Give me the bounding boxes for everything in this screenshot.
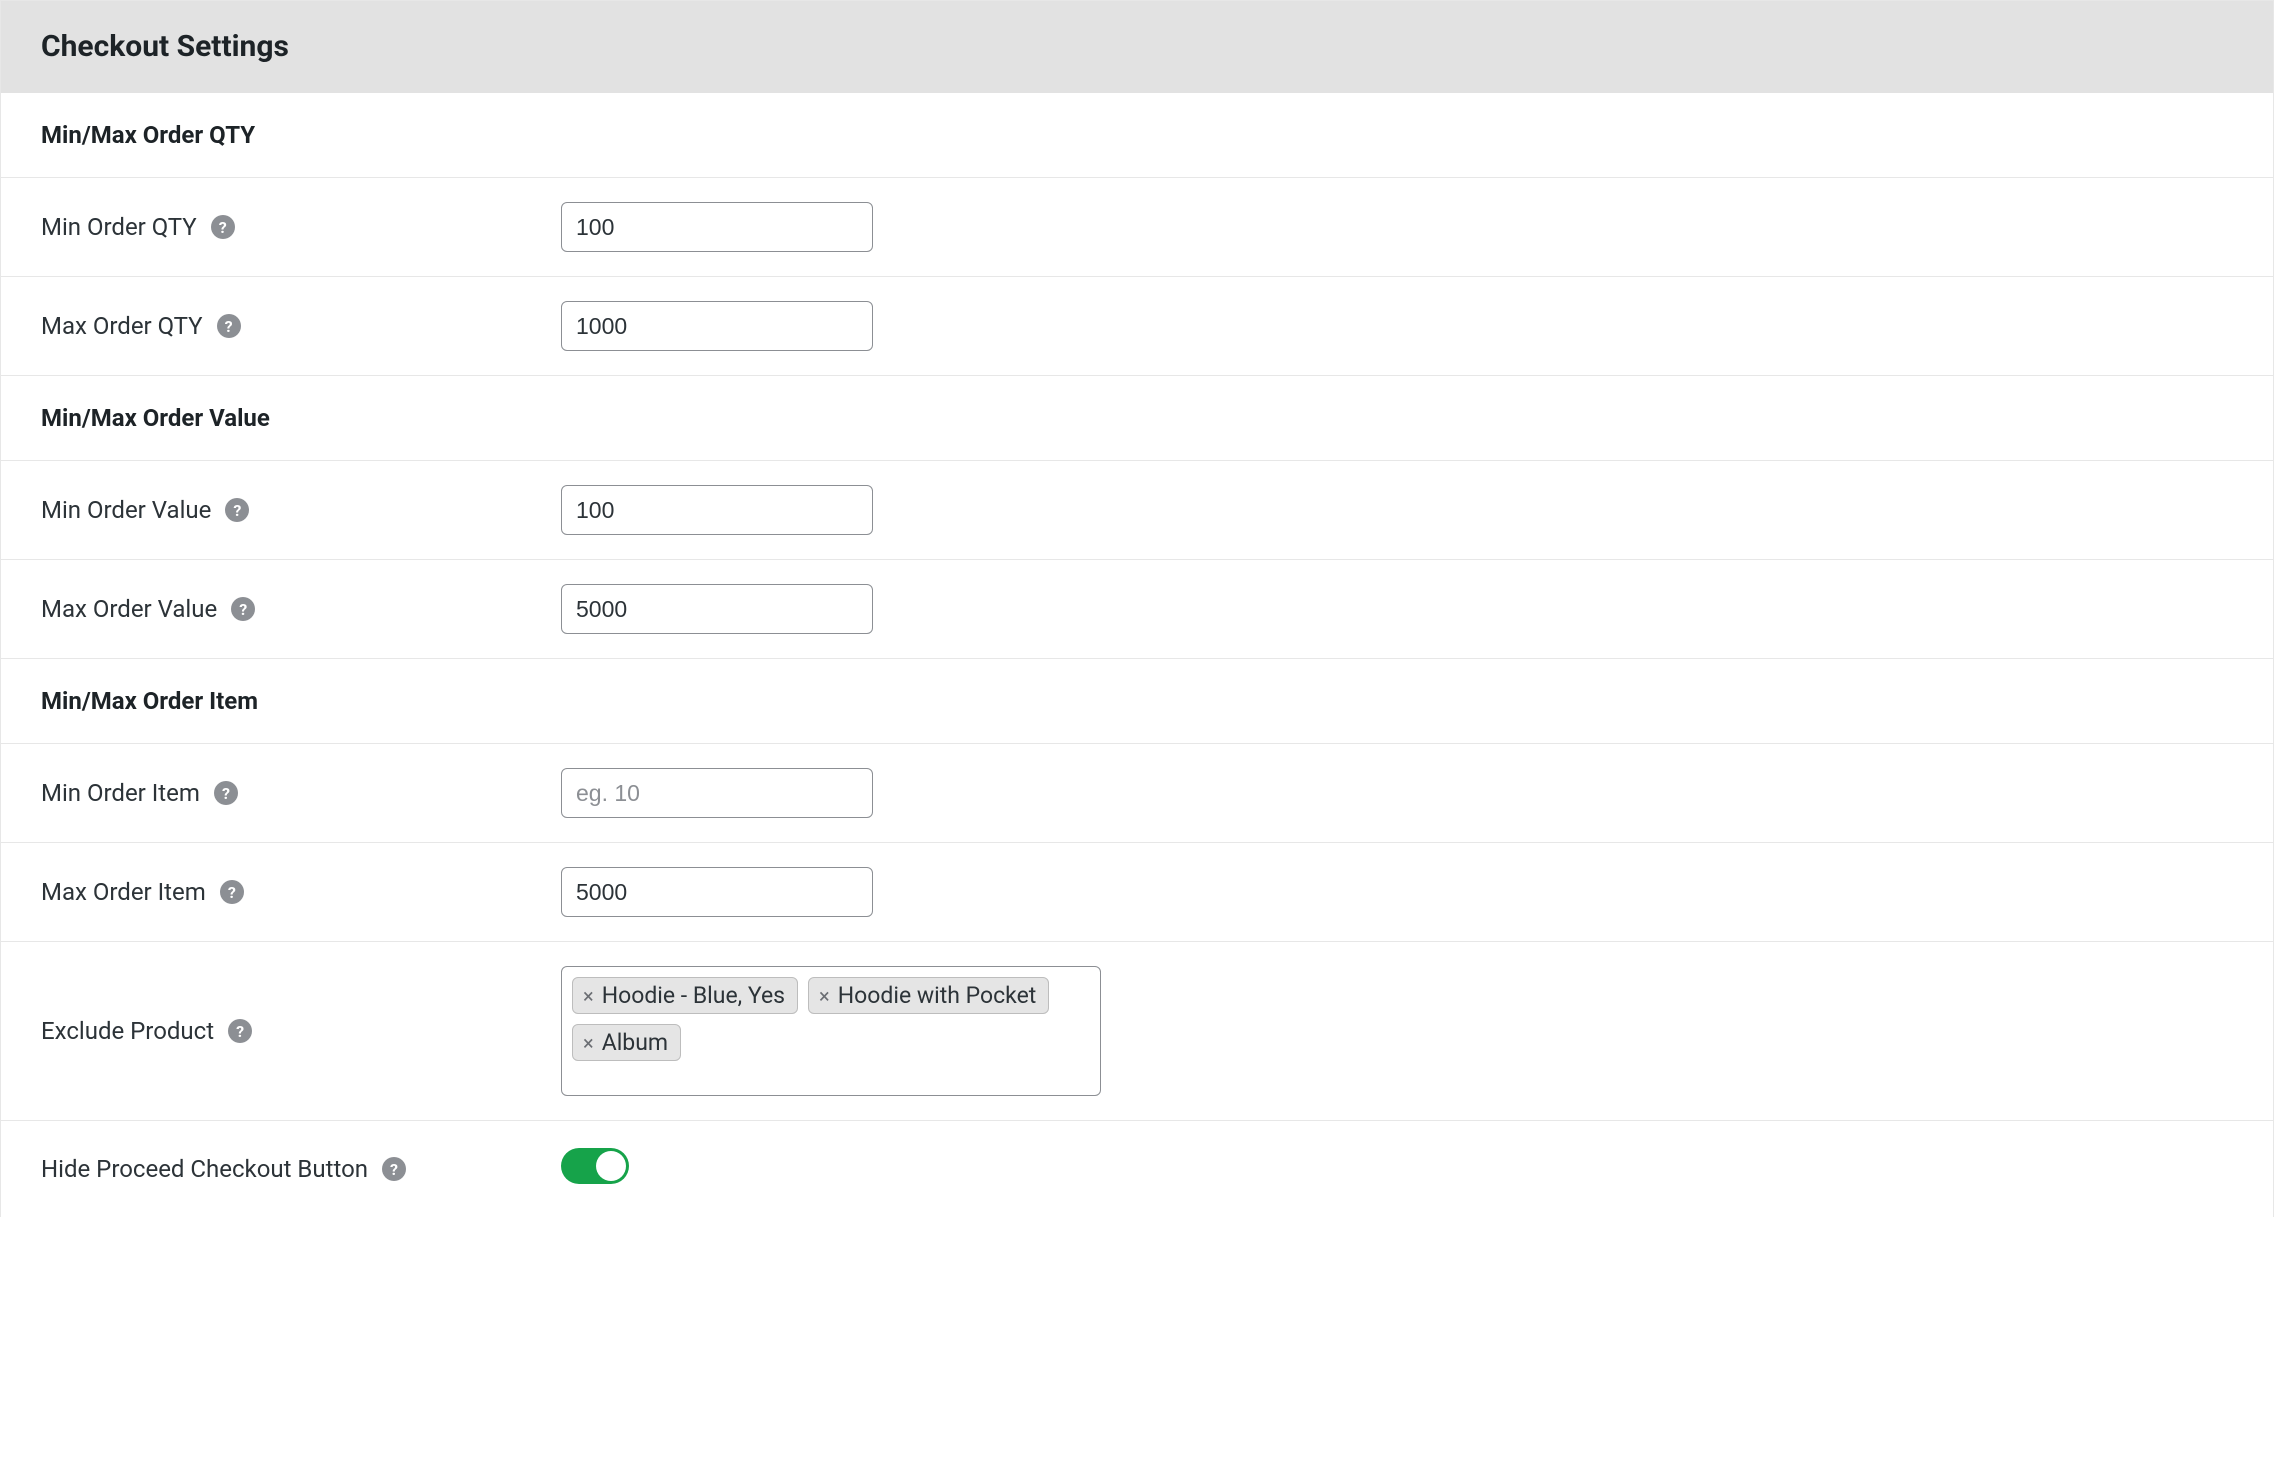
tag-label: Hoodie with Pocket	[838, 982, 1037, 1009]
max-order-item-input[interactable]	[561, 867, 873, 917]
row-hide-proceed: Hide Proceed Checkout Button ?	[1, 1121, 2273, 1217]
help-icon[interactable]: ?	[217, 314, 241, 338]
exclude-product-tag-input[interactable]: × Hoodie - Blue, Yes × Hoodie with Pocket × A…	[561, 966, 1101, 1096]
control-wrap	[561, 1148, 2233, 1190]
label-wrap: Min Order Value ?	[41, 496, 561, 524]
label-wrap: Min Order QTY ?	[41, 213, 561, 241]
control-wrap	[561, 768, 2233, 818]
control-wrap	[561, 584, 2233, 634]
max-order-item-label: Max Order Item	[41, 878, 206, 906]
row-max-order-value: Max Order Value ?	[1, 560, 2273, 659]
panel-title: Checkout Settings	[41, 29, 2233, 64]
checkout-settings-panel: Checkout Settings Min/Max Order QTY Min …	[0, 0, 2274, 1217]
toggle-knob	[596, 1151, 626, 1181]
row-exclude-product: Exclude Product ? × Hoodie - Blue, Yes × Ho…	[1, 942, 2273, 1121]
control-wrap	[561, 301, 2233, 351]
label-wrap: Hide Proceed Checkout Button ?	[41, 1155, 561, 1183]
help-icon[interactable]: ?	[228, 1019, 252, 1043]
control-wrap	[561, 202, 2233, 252]
row-min-order-value: Min Order Value ?	[1, 461, 2273, 560]
help-icon[interactable]: ?	[225, 498, 249, 522]
control-wrap	[561, 485, 2233, 535]
label-wrap: Exclude Product ?	[41, 1017, 561, 1045]
hide-proceed-toggle[interactable]	[561, 1148, 629, 1184]
max-order-qty-label: Max Order QTY	[41, 312, 203, 340]
product-tag[interactable]: × Hoodie - Blue, Yes	[572, 977, 798, 1014]
tag-remove-icon[interactable]: ×	[583, 986, 596, 1006]
label-wrap: Max Order QTY ?	[41, 312, 561, 340]
min-order-qty-label: Min Order QTY	[41, 213, 197, 241]
exclude-product-label: Exclude Product	[41, 1017, 214, 1045]
section-heading-item: Min/Max Order Item	[41, 687, 2233, 715]
section-header-item: Min/Max Order Item	[1, 659, 2273, 744]
tag-label: Hoodie - Blue, Yes	[602, 982, 785, 1009]
panel-header: Checkout Settings	[1, 1, 2273, 93]
help-icon[interactable]: ?	[214, 781, 238, 805]
help-icon[interactable]: ?	[211, 215, 235, 239]
help-icon[interactable]: ?	[231, 597, 255, 621]
product-tag[interactable]: × Album	[572, 1024, 681, 1061]
row-max-order-item: Max Order Item ?	[1, 843, 2273, 942]
row-min-order-qty: Min Order QTY ?	[1, 178, 2273, 277]
tag-remove-icon[interactable]: ×	[583, 1033, 596, 1053]
tag-label: Album	[602, 1029, 668, 1056]
min-order-value-input[interactable]	[561, 485, 873, 535]
max-order-value-input[interactable]	[561, 584, 873, 634]
control-wrap: × Hoodie - Blue, Yes × Hoodie with Pocket × A…	[561, 966, 2233, 1096]
row-min-order-item: Min Order Item ?	[1, 744, 2273, 843]
help-icon[interactable]: ?	[382, 1157, 406, 1181]
min-order-value-label: Min Order Value	[41, 496, 211, 524]
hide-proceed-label: Hide Proceed Checkout Button	[41, 1155, 368, 1183]
product-tag[interactable]: × Hoodie with Pocket	[808, 977, 1049, 1014]
label-wrap: Max Order Value ?	[41, 595, 561, 623]
min-order-item-label: Min Order Item	[41, 779, 200, 807]
min-order-qty-input[interactable]	[561, 202, 873, 252]
help-icon[interactable]: ?	[220, 880, 244, 904]
min-order-item-input[interactable]	[561, 768, 873, 818]
section-heading-value: Min/Max Order Value	[41, 404, 2233, 432]
label-wrap: Max Order Item ?	[41, 878, 561, 906]
label-wrap: Min Order Item ?	[41, 779, 561, 807]
section-heading-qty: Min/Max Order QTY	[41, 121, 2233, 149]
max-order-value-label: Max Order Value	[41, 595, 217, 623]
max-order-qty-input[interactable]	[561, 301, 873, 351]
section-header-qty: Min/Max Order QTY	[1, 93, 2273, 178]
control-wrap	[561, 867, 2233, 917]
tag-remove-icon[interactable]: ×	[819, 986, 832, 1006]
row-max-order-qty: Max Order QTY ?	[1, 277, 2273, 376]
section-header-value: Min/Max Order Value	[1, 376, 2273, 461]
